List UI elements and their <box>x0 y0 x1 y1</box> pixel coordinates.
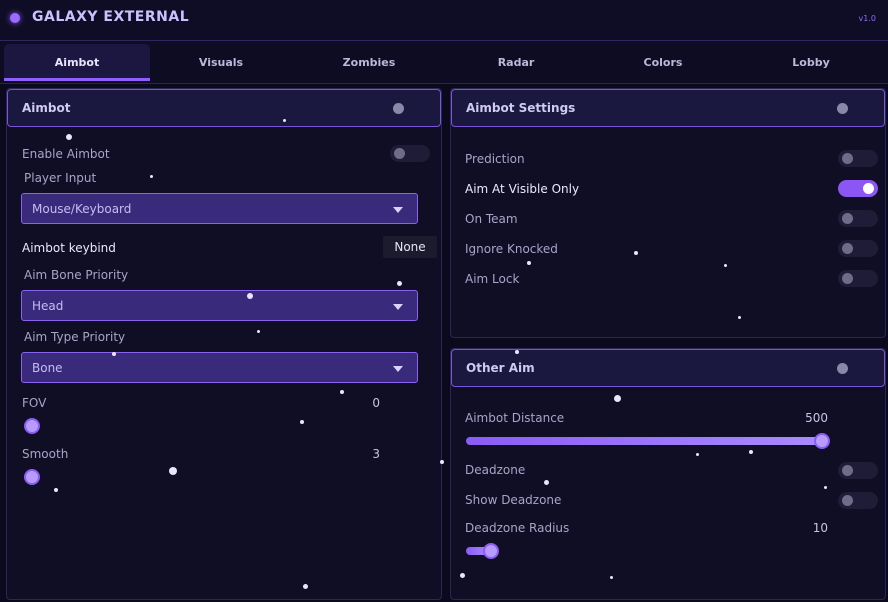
aimbot-settings-title: Aimbot Settings <box>466 101 576 115</box>
enable-aimbot-label: Enable Aimbot <box>22 147 110 161</box>
toggle-knob <box>394 148 405 159</box>
status-dot-icon <box>837 103 848 114</box>
other-aim-title: Other Aim <box>466 361 535 375</box>
slider-fill <box>466 437 822 445</box>
aimbot-settings-panel: Aimbot Settings Prediction Aim At Visibl… <box>450 88 886 338</box>
tab-colors[interactable]: Colors <box>590 44 736 81</box>
chevron-down-icon <box>393 207 403 213</box>
aim-at-visible-only-label: Aim At Visible Only <box>465 182 580 196</box>
player-input-select[interactable]: Mouse/Keyboard <box>21 193 418 224</box>
fov-label: FOV <box>22 396 47 410</box>
aimbot-distance-slider[interactable] <box>466 433 830 449</box>
toggle-knob <box>842 273 853 284</box>
aimbot-distance-value: 500 <box>805 411 828 425</box>
title-bar: GALAXY EXTERNAL v1.0 <box>0 0 888 41</box>
aimbot-settings-header: Aimbot Settings <box>451 89 885 127</box>
deadzone-toggle[interactable] <box>838 462 878 479</box>
aimbot-panel: Aimbot Enable Aimbot Player Input Mouse/… <box>6 88 442 600</box>
aimbot-panel-header: Aimbot <box>7 89 441 127</box>
tab-radar[interactable]: Radar <box>443 44 589 81</box>
tab-aimbot[interactable]: Aimbot <box>4 44 150 81</box>
aimbot-panel-title: Aimbot <box>22 101 71 115</box>
aim-bone-priority-select[interactable]: Head <box>21 290 418 321</box>
slider-thumb[interactable] <box>482 543 499 559</box>
chevron-down-icon <box>393 304 403 310</box>
aim-bone-priority-label: Aim Bone Priority <box>24 268 129 282</box>
smooth-value: 3 <box>372 447 380 461</box>
smooth-slider[interactable] <box>24 469 379 485</box>
status-dot-icon <box>393 103 404 114</box>
smooth-label: Smooth <box>22 447 69 461</box>
slider-thumb[interactable] <box>24 469 40 485</box>
aimbot-keybind-label: Aimbot keybind <box>22 241 116 255</box>
deadzone-radius-label: Deadzone Radius <box>465 521 570 535</box>
deadzone-label: Deadzone <box>465 463 526 477</box>
tab-zombies[interactable]: Zombies <box>296 44 442 81</box>
aim-type-priority-label: Aim Type Priority <box>24 330 126 344</box>
fov-value: 0 <box>372 396 380 410</box>
slider-thumb[interactable] <box>814 433 830 449</box>
aim-bone-priority-value: Head <box>32 299 64 313</box>
player-input-value: Mouse/Keyboard <box>32 202 132 216</box>
aim-lock-label: Aim Lock <box>465 272 520 286</box>
aimbot-keybind-button[interactable]: None <box>383 236 437 258</box>
other-aim-panel: Other Aim Aimbot Distance 500 Deadzone S… <box>450 348 886 600</box>
version-label: v1.0 <box>858 14 876 23</box>
aim-type-priority-select[interactable]: Bone <box>21 352 418 383</box>
prediction-toggle[interactable] <box>838 150 878 167</box>
toggle-knob <box>842 495 853 506</box>
tab-visuals[interactable]: Visuals <box>148 44 294 81</box>
tab-lobby[interactable]: Lobby <box>738 44 884 81</box>
ignore-knocked-toggle[interactable] <box>838 240 878 257</box>
fov-slider[interactable] <box>24 418 379 434</box>
other-aim-header: Other Aim <box>451 349 885 387</box>
slider-thumb[interactable] <box>24 418 40 434</box>
aimbot-distance-label: Aimbot Distance <box>465 411 565 425</box>
aim-lock-toggle[interactable] <box>838 270 878 287</box>
prediction-label: Prediction <box>465 152 525 166</box>
on-team-label: On Team <box>465 212 518 226</box>
toggle-knob <box>842 213 853 224</box>
show-deadzone-label: Show Deadzone <box>465 493 562 507</box>
app-title: GALAXY EXTERNAL <box>32 9 190 25</box>
toggle-knob <box>863 183 874 194</box>
enable-aimbot-toggle[interactable] <box>390 145 430 162</box>
tab-bar: Aimbot Visuals Zombies Radar Colors Lobb… <box>0 41 888 84</box>
aim-type-priority-value: Bone <box>32 361 63 375</box>
on-team-toggle[interactable] <box>838 210 878 227</box>
chevron-down-icon <box>393 366 403 372</box>
deadzone-radius-value: 10 <box>812 521 828 535</box>
logo-dot-icon <box>10 13 20 23</box>
deadzone-radius-slider[interactable] <box>466 543 822 559</box>
toggle-knob <box>842 243 853 254</box>
toggle-knob <box>842 465 853 476</box>
status-dot-icon <box>837 363 848 374</box>
player-input-label: Player Input <box>24 171 97 185</box>
aim-at-visible-only-toggle[interactable] <box>838 180 878 197</box>
ignore-knocked-label: Ignore Knocked <box>465 242 558 256</box>
show-deadzone-toggle[interactable] <box>838 492 878 509</box>
toggle-knob <box>842 153 853 164</box>
